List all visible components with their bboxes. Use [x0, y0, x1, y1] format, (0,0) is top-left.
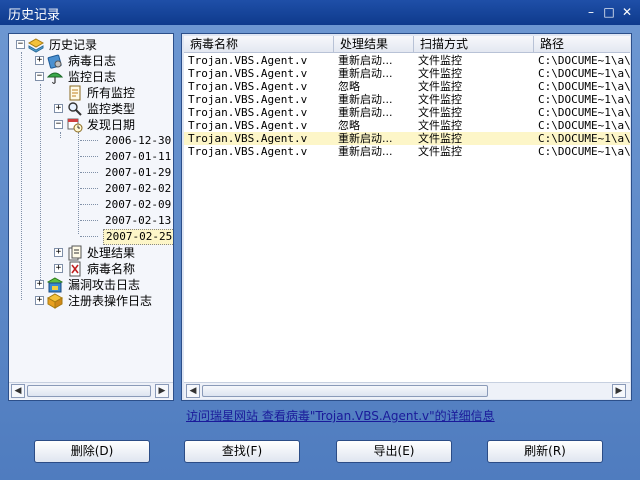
column-header-scan-method[interactable]: 扫描方式	[414, 36, 534, 53]
table-row[interactable]: Trojan.VBS.Agent.v 重新启动... 文件监控 C:\DOCUM…	[184, 54, 630, 67]
virus-name-document-icon	[69, 261, 81, 277]
tree-node-virus-log[interactable]: 病毒日志	[66, 53, 118, 69]
list-panel: 病毒名称 处理结果 扫描方式 路径 Trojan.VBS.Agent.v 重新启…	[181, 33, 632, 401]
history-window: 历史记录 – □ ✕ − 历史记录 + 病毒日志 − 监控日志 所有监控 + 监…	[0, 0, 640, 480]
delete-button[interactable]: 删除(D)	[34, 440, 150, 463]
history-stack-icon	[28, 38, 44, 53]
process-result-document-icon	[68, 245, 82, 261]
registry-cube-icon	[47, 293, 63, 309]
calendar-clock-icon	[67, 118, 83, 133]
tree-node-all-monitor[interactable]: 所有监控	[85, 85, 137, 101]
found-date-collapse-toggle[interactable]: −	[54, 120, 63, 129]
tree-node-root[interactable]: 历史记录	[47, 37, 99, 53]
umbrella-icon	[47, 72, 63, 84]
close-button[interactable]: ✕	[618, 3, 636, 21]
magnifier-icon	[68, 102, 82, 116]
monitor-type-expand-toggle[interactable]: +	[54, 104, 63, 113]
tree-node-registry-log[interactable]: 注册表操作日志	[66, 293, 154, 309]
vuln-attack-icon	[47, 277, 63, 293]
tree-node-vuln-log[interactable]: 漏洞攻击日志	[66, 277, 142, 293]
window-title: 历史记录	[8, 8, 61, 23]
tree-node-process-result[interactable]: 处理结果	[85, 245, 137, 261]
table-row[interactable]: Trojan.VBS.Agent.v 重新启动... 文件监控 C:\DOCUM…	[184, 67, 630, 80]
find-button[interactable]: 查找(F)	[184, 440, 300, 463]
tree-node-found-date[interactable]: 发现日期	[85, 117, 137, 133]
list-horizontal-scrollbar[interactable]: ◀ ▶	[184, 382, 630, 399]
monitor-log-collapse-toggle[interactable]: −	[35, 72, 44, 81]
root-collapse-toggle[interactable]: −	[16, 40, 25, 49]
title-bar: 历史记录 – □ ✕	[0, 0, 640, 25]
tree-node-date-selected[interactable]: 2007-02-25	[103, 229, 173, 245]
table-row-selected[interactable]: Trojan.VBS.Agent.v 重新启动... 文件监控 C:\DOCUM…	[184, 132, 630, 145]
virus-log-book-icon	[47, 54, 62, 69]
scroll-right-icon[interactable]: ▶	[155, 384, 169, 398]
column-header-result[interactable]: 处理结果	[334, 36, 414, 53]
scroll-left-icon[interactable]: ◀	[11, 384, 25, 398]
scroll-thumb[interactable]	[202, 385, 488, 397]
table-row[interactable]: Trojan.VBS.Agent.v 忽略 文件监控 C:\DOCUME~1\a…	[184, 119, 630, 132]
process-result-expand-toggle[interactable]: +	[54, 248, 63, 257]
tree-panel: − 历史记录 + 病毒日志 − 监控日志 所有监控 + 监控类型 − 发现日期 …	[8, 33, 174, 401]
tree-node-virus-name[interactable]: 病毒名称	[85, 261, 137, 277]
virus-name-expand-toggle[interactable]: +	[54, 264, 63, 273]
maximize-button[interactable]: □	[600, 3, 618, 21]
table-row[interactable]: Trojan.VBS.Agent.v 重新启动... 文件监控 C:\DOCUM…	[184, 106, 630, 119]
vuln-log-expand-toggle[interactable]: +	[35, 280, 44, 289]
list-header: 病毒名称 处理结果 扫描方式 路径	[184, 36, 630, 53]
tree-node-monitor-type[interactable]: 监控类型	[85, 101, 137, 117]
refresh-button[interactable]: 刷新(R)	[487, 440, 603, 463]
tree-node-date[interactable]: 2007-01-29	[103, 165, 173, 181]
column-header-path[interactable]: 路径	[534, 36, 630, 53]
tree-node-date[interactable]: 2007-02-13	[103, 213, 173, 229]
export-button[interactable]: 导出(E)	[336, 440, 452, 463]
virus-log-expand-toggle[interactable]: +	[35, 56, 44, 65]
table-row[interactable]: Trojan.VBS.Agent.v 重新启动... 文件监控 C:\DOCUM…	[184, 93, 630, 106]
virus-details-link[interactable]: 访问瑞星网站 查看病毒"Trojan.VBS.Agent.v"的详细信息	[186, 407, 495, 424]
all-monitor-document-icon	[69, 85, 81, 101]
table-row[interactable]: Trojan.VBS.Agent.v 忽略 文件监控 C:\DOCUME~1\a…	[184, 80, 630, 93]
tree-node-date[interactable]: 2006-12-30	[103, 133, 173, 149]
table-row[interactable]: Trojan.VBS.Agent.v 重新启动... 文件监控 C:\DOCUM…	[184, 145, 630, 158]
tree-node-date[interactable]: 2007-01-11	[103, 149, 173, 165]
tree-node-date[interactable]: 2007-02-02	[103, 181, 173, 197]
tree-node-date[interactable]: 2007-02-09	[103, 197, 173, 213]
tree-node-monitor-log[interactable]: 监控日志	[66, 69, 118, 85]
history-tree: − 历史记录 + 病毒日志 − 监控日志 所有监控 + 监控类型 − 发现日期 …	[9, 34, 173, 382]
column-header-virus-name[interactable]: 病毒名称	[184, 36, 334, 53]
minimize-button[interactable]: –	[582, 3, 600, 21]
tree-horizontal-scrollbar[interactable]: ◀ ▶	[9, 382, 173, 399]
scroll-right-icon[interactable]: ▶	[612, 384, 626, 398]
scroll-left-icon[interactable]: ◀	[186, 384, 200, 398]
registry-log-expand-toggle[interactable]: +	[35, 296, 44, 305]
scroll-thumb[interactable]	[27, 385, 151, 397]
